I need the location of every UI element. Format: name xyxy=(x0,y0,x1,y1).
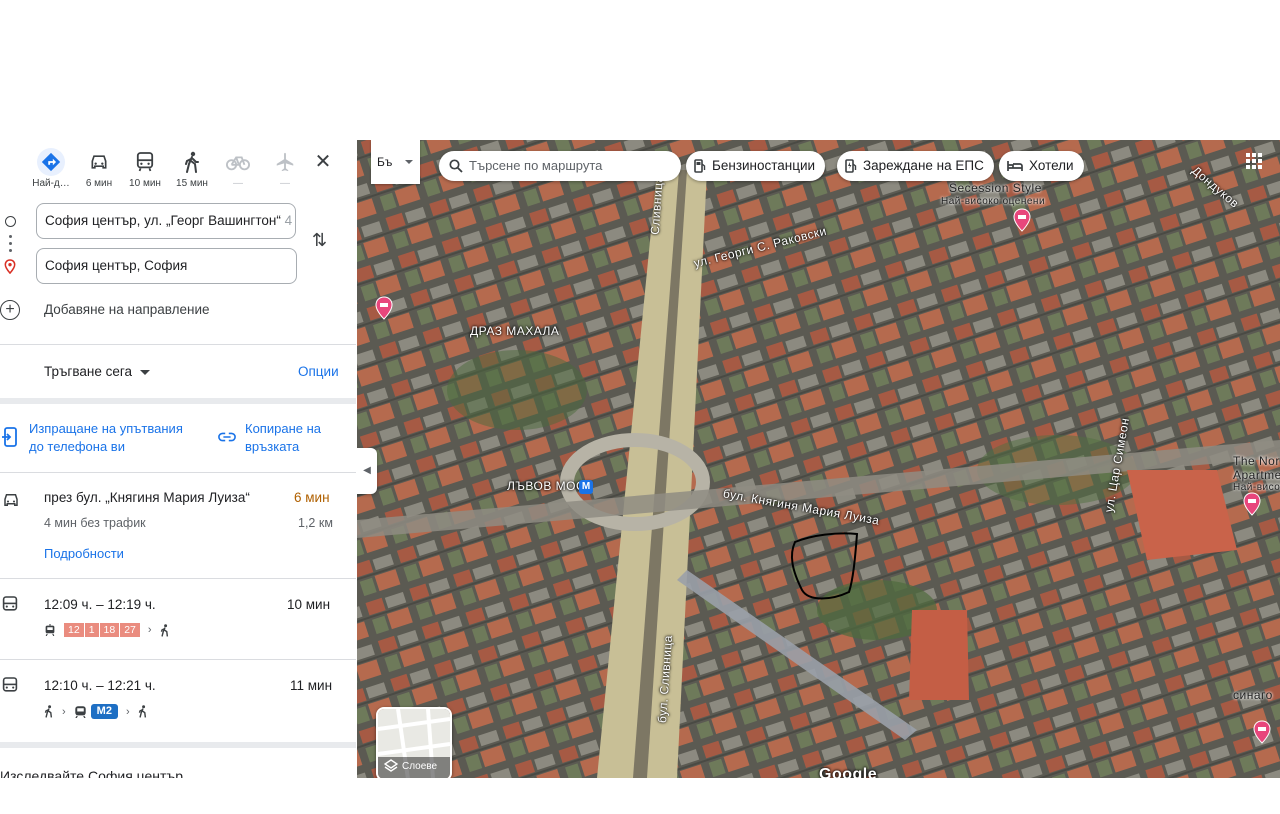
origin-input[interactable]: София център, ул. „Георг Вашингтон“ 4 xyxy=(36,203,296,239)
transit-steps: › M2 › xyxy=(44,704,148,719)
transit-time[interactable]: 12:09 ч. – 12:19 ч. xyxy=(44,597,156,612)
route-via[interactable]: през бул. „Княгиня Мария Луиза“ xyxy=(44,490,250,505)
airplane-icon xyxy=(271,148,299,176)
layers-button[interactable]: Слоеве xyxy=(376,707,452,778)
swap-icon[interactable]: ⇅ xyxy=(312,230,327,251)
caret-down-icon xyxy=(405,160,413,164)
search-along-route-input[interactable]: Търсене по маршрута xyxy=(439,151,681,181)
ev-charging-icon xyxy=(845,159,857,173)
tram-icon xyxy=(45,624,55,636)
line-badge: 27 xyxy=(120,623,140,637)
walk-icon xyxy=(44,705,53,718)
section-divider xyxy=(0,742,356,748)
transit-steps: 12 1 18 27 › xyxy=(44,623,170,637)
map-label-hotel[interactable]: Secession Style xyxy=(949,181,1042,195)
walk-icon xyxy=(138,705,146,718)
divider xyxy=(0,344,356,345)
mode-bike[interactable]: — xyxy=(215,148,261,189)
apps-grid-icon[interactable] xyxy=(1245,152,1263,170)
transit-time[interactable]: 12:10 ч. – 12:21 ч. xyxy=(44,678,156,693)
route-duration: 6 мин xyxy=(294,490,330,505)
chip-ev-charging[interactable]: Зареждане на ЕПС xyxy=(837,151,994,181)
mode-label: 15 мин xyxy=(176,178,208,189)
origin-marker-icon xyxy=(5,216,16,227)
directions-icon xyxy=(37,148,65,176)
mode-walk[interactable]: 15 мин xyxy=(169,148,215,189)
map-label-hotel-sub: Най-високо оценени xyxy=(941,196,1046,207)
add-destination-label: Добавяне на направление xyxy=(44,302,210,317)
hotel-pin-icon[interactable] xyxy=(375,296,393,320)
mode-label: Най-д… xyxy=(32,178,70,189)
transit-duration: 10 мин xyxy=(287,597,331,612)
add-destination-button[interactable]: + Добавяне на направление xyxy=(0,300,356,322)
close-icon[interactable]: ✕ xyxy=(312,152,334,174)
send-directions-link[interactable]: Изпращане на упътвания до телефона ви xyxy=(29,420,183,456)
divider xyxy=(0,472,356,473)
chevron-right-icon: › xyxy=(62,705,66,718)
bike-icon xyxy=(224,148,252,176)
line-badge: 12 xyxy=(64,623,84,637)
map-label-poi: синаго xyxy=(1233,688,1273,702)
google-watermark: Google xyxy=(819,766,878,778)
mode-best[interactable]: Най-д… xyxy=(28,148,74,189)
mode-flight[interactable]: — xyxy=(262,148,308,189)
mode-car[interactable]: 6 мин xyxy=(76,148,122,189)
destination-input[interactable]: София център, София xyxy=(36,248,297,284)
lang-label: Бъ xyxy=(377,155,393,169)
hotel-pin-icon[interactable] xyxy=(1013,208,1031,232)
walk-icon xyxy=(178,148,206,176)
destination-pin-icon xyxy=(4,259,16,274)
section-divider xyxy=(0,398,356,404)
gas-station-icon xyxy=(694,159,706,173)
metro-icon xyxy=(74,706,86,718)
map-language-button[interactable]: Бъ xyxy=(371,140,420,184)
bus-icon xyxy=(131,148,159,176)
mode-label: — xyxy=(280,178,290,189)
hotel-pin-icon[interactable] xyxy=(1253,720,1271,744)
transit-duration: 11 мин xyxy=(290,678,333,693)
layers-icon xyxy=(384,759,398,772)
map-label-hotel[interactable]: The Nor xyxy=(1233,454,1280,468)
link-icon xyxy=(218,432,236,442)
copy-link[interactable]: Копиране на връзката xyxy=(245,420,321,456)
chip-hotels[interactable]: Хотели xyxy=(999,151,1084,181)
car-icon xyxy=(85,148,113,176)
mode-transit[interactable]: 10 мин xyxy=(122,148,168,189)
details-link[interactable]: Подробности xyxy=(44,546,124,561)
departure-dropdown[interactable]: Тръгване сега xyxy=(44,364,150,379)
metro-line-badge: M2 xyxy=(90,704,118,719)
explore-heading: Изследвайте София център xyxy=(0,768,183,778)
route-no-traffic: 4 мин без трафик xyxy=(44,516,146,530)
search-icon xyxy=(449,159,463,173)
bus-icon xyxy=(2,677,18,692)
metro-icon: M xyxy=(579,480,593,494)
layers-label: Слоеве xyxy=(402,761,438,772)
chip-gas-stations[interactable]: Бензиностанции xyxy=(686,151,826,181)
route-distance: 1,2 км xyxy=(298,516,333,530)
walk-icon xyxy=(160,623,168,637)
search-placeholder: Търсене по маршрута xyxy=(469,158,603,173)
add-icon: + xyxy=(0,300,20,320)
mode-label: 10 мин xyxy=(129,178,161,189)
chevron-right-icon: › xyxy=(147,624,152,636)
collapse-panel-button[interactable]: ◀ xyxy=(357,448,377,494)
divider xyxy=(0,578,356,579)
bus-icon xyxy=(2,596,18,611)
bed-icon xyxy=(1007,161,1023,171)
map-canvas[interactable]: ДРАЗ МАХАЛА ЛЪВОВ МОСТ M ул. Георги С. Р… xyxy=(357,140,1280,778)
hotel-pin-icon[interactable] xyxy=(1243,492,1261,516)
mode-label: 6 мин xyxy=(85,178,113,189)
car-icon xyxy=(4,494,18,506)
map-label-district: ДРАЗ МАХАЛА xyxy=(470,324,560,338)
directions-panel: Най-д… 6 мин 10 мин 15 мин — — ✕ София ц… xyxy=(0,140,356,778)
map-label-hotel: Apartme xyxy=(1233,468,1280,482)
mode-label: — xyxy=(233,178,243,189)
options-link[interactable]: Опции xyxy=(298,364,339,379)
send-to-phone-icon xyxy=(2,427,17,447)
line-badge: 18 xyxy=(99,623,120,637)
caret-down-icon xyxy=(140,369,150,375)
line-badge: 1 xyxy=(84,623,99,637)
divider xyxy=(0,659,356,660)
chevron-right-icon: › xyxy=(125,705,130,718)
